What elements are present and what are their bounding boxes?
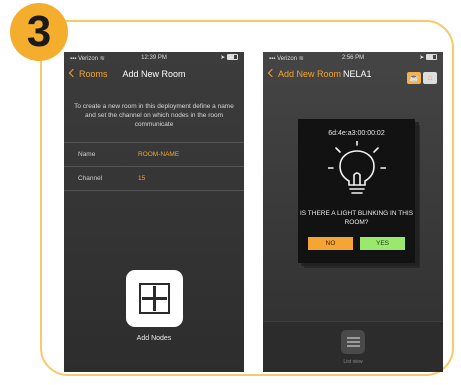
- channel-label: Channel: [78, 175, 103, 182]
- node-mac-address: 6d:4e:a3:00:00:02: [328, 130, 385, 137]
- channel-row[interactable]: Channel 15: [64, 166, 244, 191]
- location-icon: ➤: [220, 55, 226, 61]
- status-time: 12:39 PM: [141, 55, 167, 61]
- nav-bar: Rooms Add New Room: [64, 64, 244, 84]
- list-view-label: List view: [343, 359, 363, 365]
- page-title: Add New Room: [122, 69, 186, 79]
- list-icon: [347, 337, 360, 339]
- nav-bar: Add New Room NELA1 ☕ ⌂: [263, 64, 443, 84]
- status-bar: ▪▪▪ Verizon ≋ 12:39 PM ➤: [64, 52, 244, 64]
- back-button[interactable]: Add New Room: [267, 68, 342, 79]
- lightbulb-icon: [328, 141, 386, 194]
- yes-button[interactable]: YES: [360, 237, 405, 250]
- status-bar: ▪▪▪ Verizon ≋ 2:56 PM ➤: [263, 52, 443, 64]
- add-nodes-label: Add Nodes: [136, 335, 172, 342]
- channel-field[interactable]: 15: [138, 175, 145, 182]
- page-title: NELA1: [343, 69, 372, 79]
- list-icon-line: [347, 341, 360, 343]
- list-icon-line: [347, 345, 360, 347]
- status-time: 2:56 PM: [341, 55, 365, 61]
- location-icon: ➤: [419, 55, 425, 61]
- battery-icon: ➤: [220, 54, 238, 61]
- instructions-text: To create a new room in this deployment …: [74, 103, 234, 128]
- name-field[interactable]: ROOM-NAME: [138, 151, 179, 158]
- header-actions: ☕ ⌂: [405, 67, 437, 85]
- name-row[interactable]: Name ROOM-NAME: [64, 142, 244, 166]
- tab-bar: List view: [263, 321, 443, 372]
- add-nodes-button[interactable]: [126, 270, 183, 327]
- plus-square-icon: [139, 283, 170, 314]
- back-label: Add New Room: [278, 69, 342, 79]
- node-action-icon[interactable]: ☕: [407, 72, 421, 84]
- phone-identify-node-screen: ▪▪▪ Verizon ≋ 2:56 PM ➤ Add New Room NEL…: [263, 52, 443, 372]
- battery-icon: ➤: [419, 54, 437, 61]
- phone-add-room-screen: ▪▪▪ Verizon ≋ 12:39 PM ➤ Rooms Add New R…: [64, 52, 244, 372]
- no-button[interactable]: NO: [308, 237, 353, 250]
- step-badge: 3: [10, 3, 68, 61]
- identify-node-dialog: 6d:4e:a3:00:00:02 IS THERE A LIGHT BLINK…: [298, 119, 415, 263]
- name-label: Name: [78, 151, 96, 158]
- blink-question: IS THERE A LIGHT BLINKING IN THIS ROOM?: [299, 210, 414, 226]
- light-action-icon[interactable]: ⌂: [423, 72, 437, 84]
- chevron-left-icon: [267, 68, 277, 78]
- list-view-button[interactable]: [341, 330, 365, 354]
- room-form: Name ROOM-NAME Channel 15: [64, 142, 244, 191]
